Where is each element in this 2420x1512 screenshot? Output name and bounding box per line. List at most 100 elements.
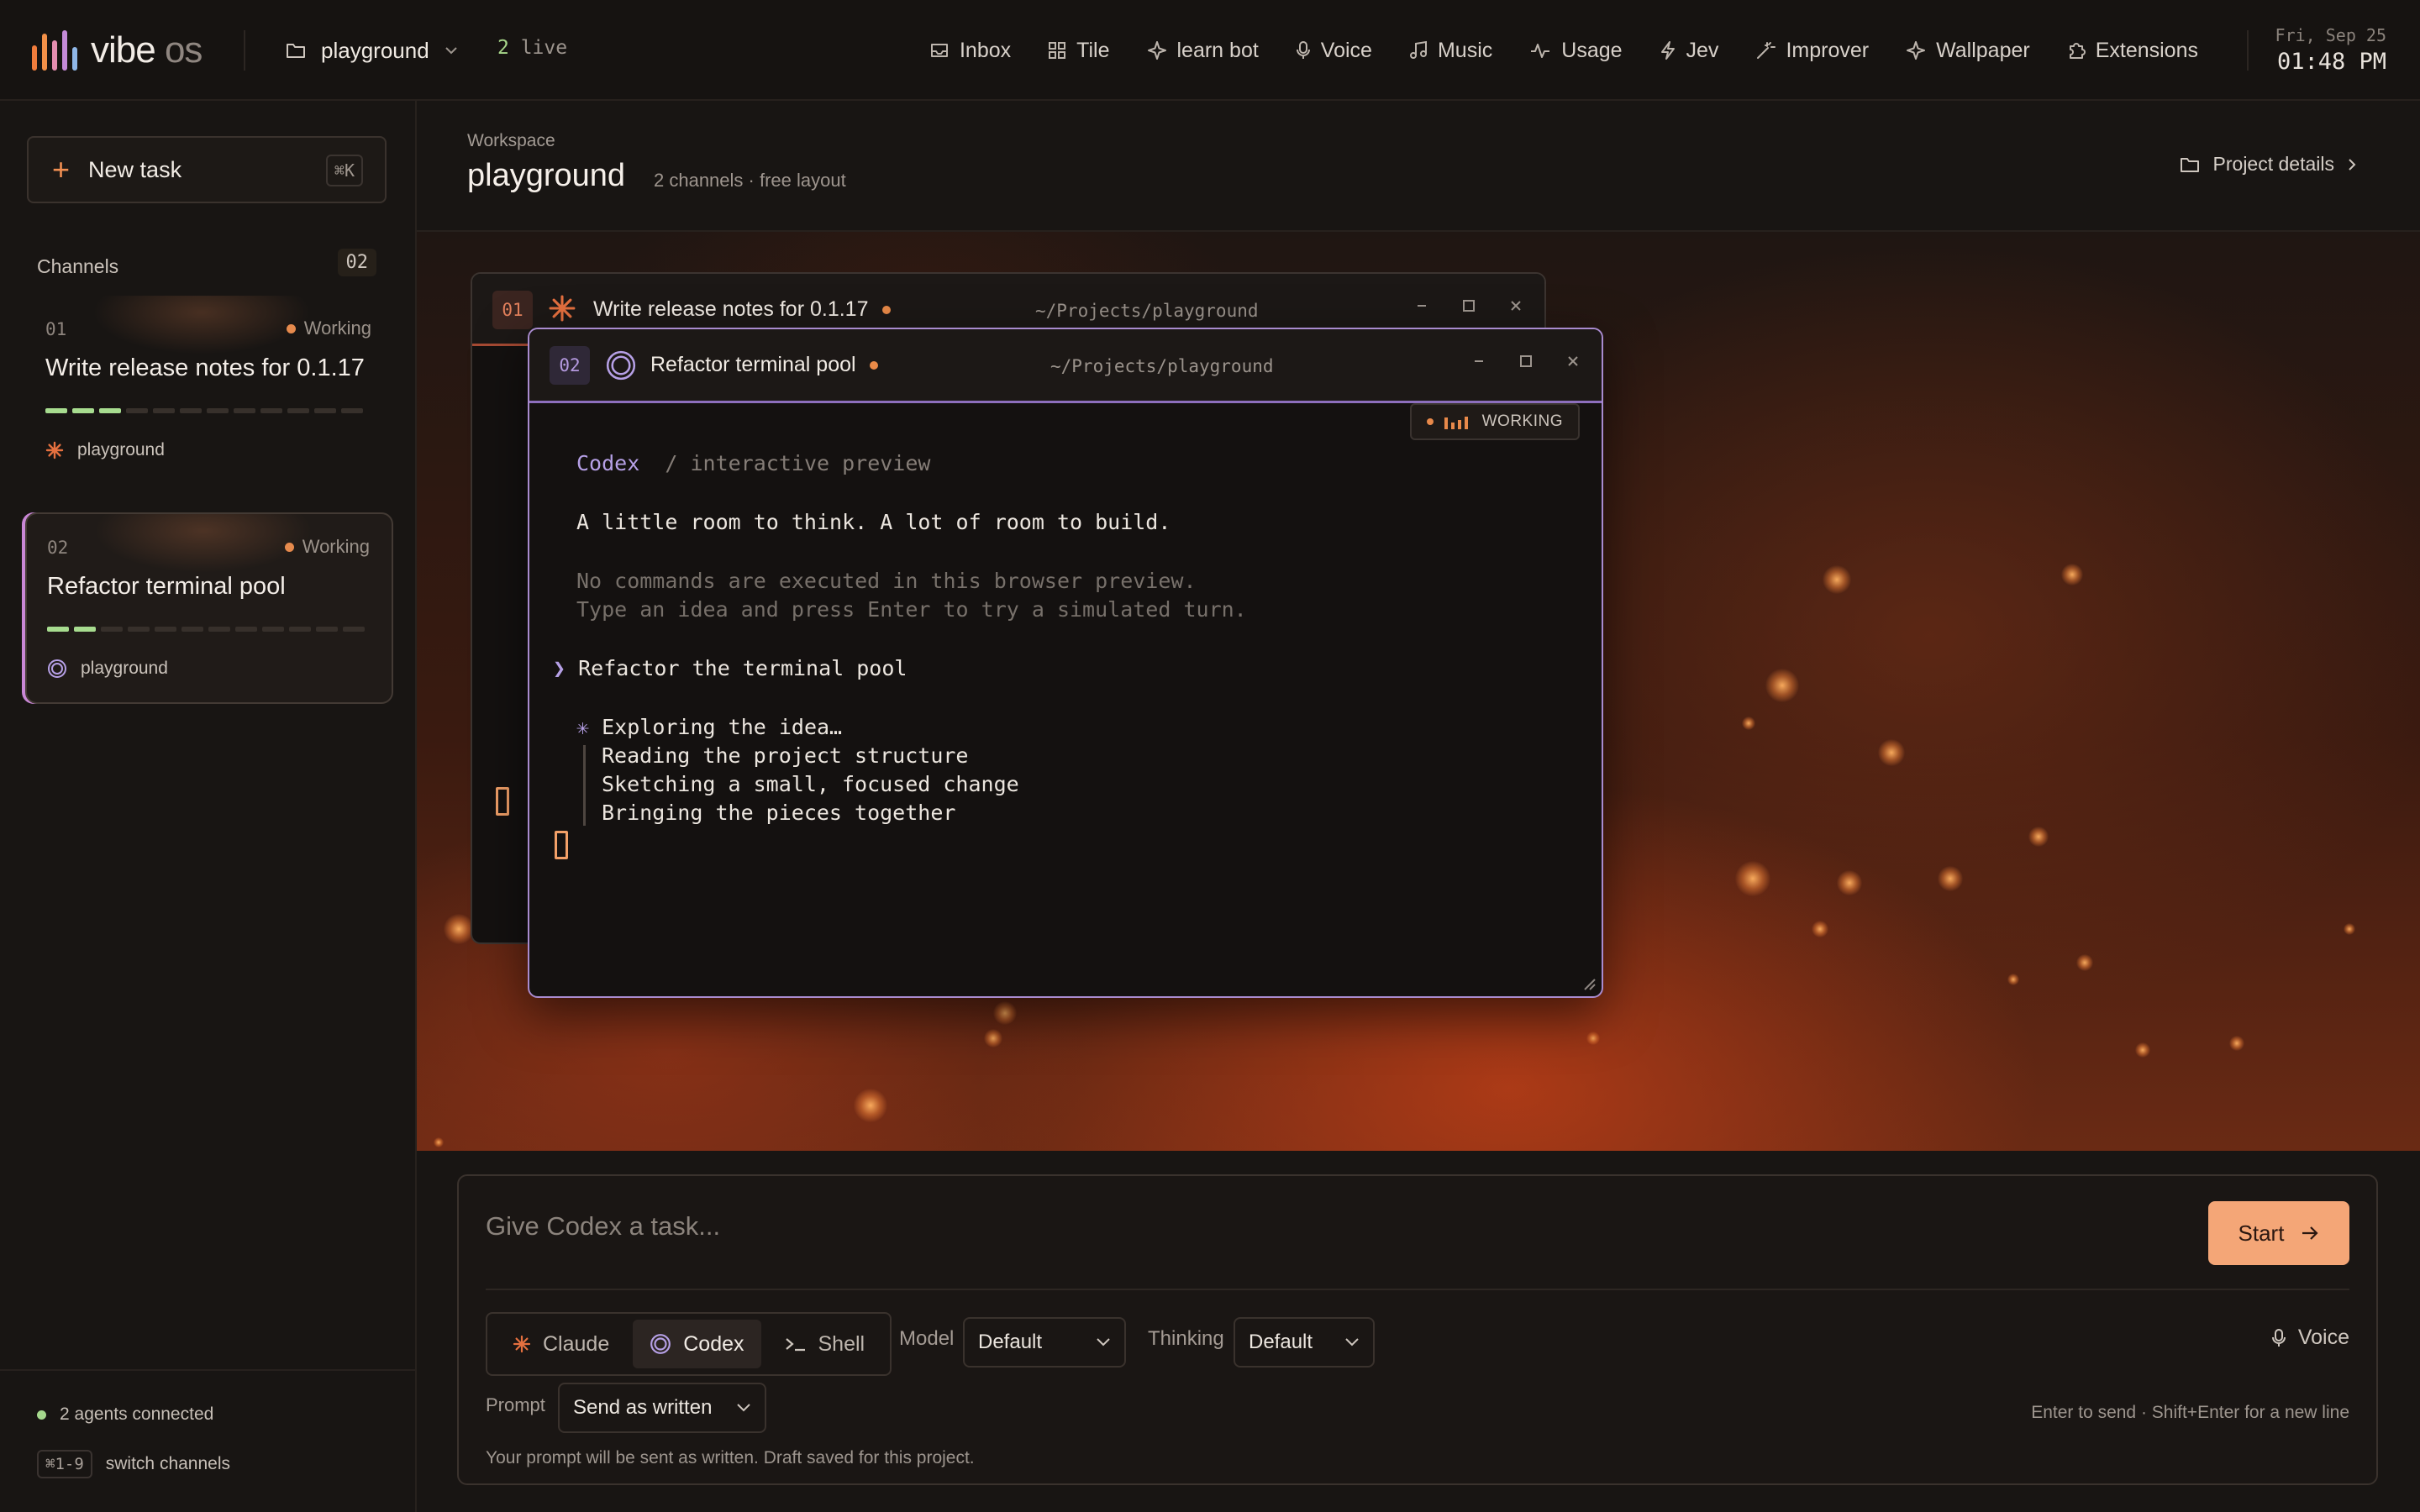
claude-asterisk-icon (513, 1335, 531, 1353)
start-button[interactable]: Start (2208, 1201, 2349, 1265)
nav-jev[interactable]: Jev (1660, 38, 1719, 63)
model-value: Default (978, 1331, 1043, 1353)
minimize-icon[interactable] (1472, 354, 1486, 368)
prompt-line: ❯ Refactor the terminal pool (553, 656, 907, 680)
divider (486, 1289, 2349, 1290)
nav-label: Jev (1686, 38, 1719, 62)
ember-particle (984, 1029, 1002, 1047)
window-title: Write release notes for 0.1.17 (593, 297, 891, 322)
agent-tab-codex[interactable]: Codex (633, 1320, 761, 1368)
agents-connected-label: 2 agents connected (60, 1404, 214, 1424)
workspace-header: Workspace playground 2 channels · free l… (417, 101, 2420, 232)
nav-learn-bot[interactable]: learn bot (1147, 39, 1259, 63)
maximize-icon[interactable] (1462, 299, 1476, 312)
switch-label: switch channels (105, 1454, 231, 1473)
ember-particle (993, 1001, 1017, 1025)
logo-primary: vibe (91, 29, 156, 71)
progress-segment (180, 408, 202, 413)
page-title: playground (467, 158, 626, 193)
agent-selector: Claude Codex Shell (486, 1312, 892, 1376)
sparkle-icon (1147, 41, 1166, 60)
project-details-link[interactable]: Project details (2180, 153, 2356, 176)
chevron-down-icon (445, 47, 457, 55)
close-icon[interactable] (1566, 354, 1580, 368)
progress-segment (343, 627, 365, 632)
step-line: Bringing the pieces together (602, 801, 956, 825)
keyboard-hint: Enter to send · Shift+Enter for a new li… (2031, 1403, 2349, 1422)
ember-particle (2344, 923, 2355, 935)
terminal-window-2[interactable]: 02 Refactor terminal pool ~/Projects/pla… (528, 328, 1603, 998)
preview-note-2: Type an idea and press Enter to try a si… (576, 597, 1247, 622)
resize-handle-icon[interactable] (1580, 974, 1597, 991)
codex-ring-icon (606, 350, 636, 381)
terminal-header-line: Codex / interactive preview (576, 451, 930, 475)
minimize-icon[interactable] (1415, 299, 1428, 312)
workspace-canvas[interactable]: 01 Write release notes for 0.1.17 ~/Proj… (417, 232, 2420, 1151)
nav-label: Usage (1561, 38, 1623, 62)
nav-wallpaper[interactable]: Wallpaper (1906, 39, 2030, 63)
draft-note: Your prompt will be sent as written. Dra… (486, 1448, 975, 1467)
progress-segment (74, 627, 96, 632)
terminal-prompt-icon (785, 1338, 805, 1352)
prompt-label: Prompt (486, 1394, 545, 1415)
sidebar-footer: 2 agents connected ⌘1-9 switch channels (0, 1369, 415, 1512)
ember-particle (1586, 1032, 1600, 1045)
model-select[interactable]: Default (963, 1317, 1126, 1368)
nav-improver[interactable]: Improver (1755, 39, 1869, 63)
ember-particle (434, 1137, 444, 1147)
project-switcher[interactable]: playground (286, 32, 458, 69)
nav-inbox[interactable]: Inbox (929, 39, 1011, 63)
progress-segment (126, 408, 148, 413)
close-icon[interactable] (1509, 299, 1523, 312)
agent-tab-claude[interactable]: Claude (496, 1320, 626, 1368)
nav-extensions[interactable]: Extensions (2067, 39, 2198, 63)
ember-particle (1823, 565, 1851, 594)
activity-icon (1531, 44, 1550, 58)
prompt-mode-select[interactable]: Send as written (558, 1383, 766, 1433)
progress-segment (207, 408, 229, 413)
channel-card-1[interactable]: 01 Working Write release notes for 0.1.1… (25, 296, 393, 487)
clock-date: Fri, Sep 25 (2275, 25, 2386, 45)
app-logo[interactable]: vibe os (32, 25, 203, 76)
nav-music[interactable]: Music (1409, 39, 1492, 63)
agent-tab-shell[interactable]: Shell (768, 1320, 882, 1368)
progress-segment (153, 408, 175, 413)
voice-label: Voice (2297, 1326, 2349, 1349)
microphone-icon (1296, 41, 1310, 59)
music-note-icon (1409, 40, 1427, 59)
progress-segment (287, 408, 309, 413)
terminal-body[interactable]: Codex / interactive preview A little roo… (529, 406, 1602, 996)
step-line: Reading the project structure (602, 743, 969, 768)
folder-icon (287, 44, 305, 58)
progress-segment (235, 627, 257, 632)
task-input[interactable] (486, 1201, 2082, 1252)
progress-segment (262, 627, 284, 632)
prompt-symbol: ❯ (553, 656, 566, 680)
nav-tile[interactable]: Tile (1048, 39, 1110, 63)
thinking-select[interactable]: Default (1234, 1317, 1375, 1368)
progress-segment (208, 627, 230, 632)
window-path: ~/Projects/playground (1050, 356, 1274, 376)
clock: Fri, Sep 25 01:48 PM (2275, 24, 2386, 77)
ember-particle (2028, 827, 2049, 847)
explore-line: ✳ Exploring the idea… (576, 715, 842, 739)
nav-usage[interactable]: Usage (1529, 38, 1623, 63)
window-titlebar[interactable]: 02 Refactor terminal pool ~/Projects/pla… (529, 329, 1602, 403)
chevron-down-icon (737, 1404, 750, 1412)
ember-particle (1938, 866, 1963, 891)
window-controls (1472, 354, 1580, 368)
voice-button[interactable]: Voice (2271, 1326, 2349, 1350)
progress-bar (47, 627, 365, 632)
new-task-button[interactable]: + New task ⌘K (27, 136, 387, 203)
channel-card-2[interactable]: 02 Working Refactor terminal pool playgr… (25, 512, 393, 704)
grid-icon (1049, 42, 1066, 59)
maximize-icon[interactable] (1519, 354, 1533, 368)
channel-project: playground (45, 440, 165, 460)
inbox-icon (930, 44, 948, 57)
thinking-label: Thinking (1148, 1327, 1224, 1350)
arrow-right-icon (2302, 1226, 2319, 1240)
status-text: Working (302, 536, 370, 557)
progress-segment (72, 408, 94, 413)
nav-voice[interactable]: Voice (1296, 39, 1372, 63)
shortcut-badge: ⌘1-9 (37, 1450, 92, 1478)
